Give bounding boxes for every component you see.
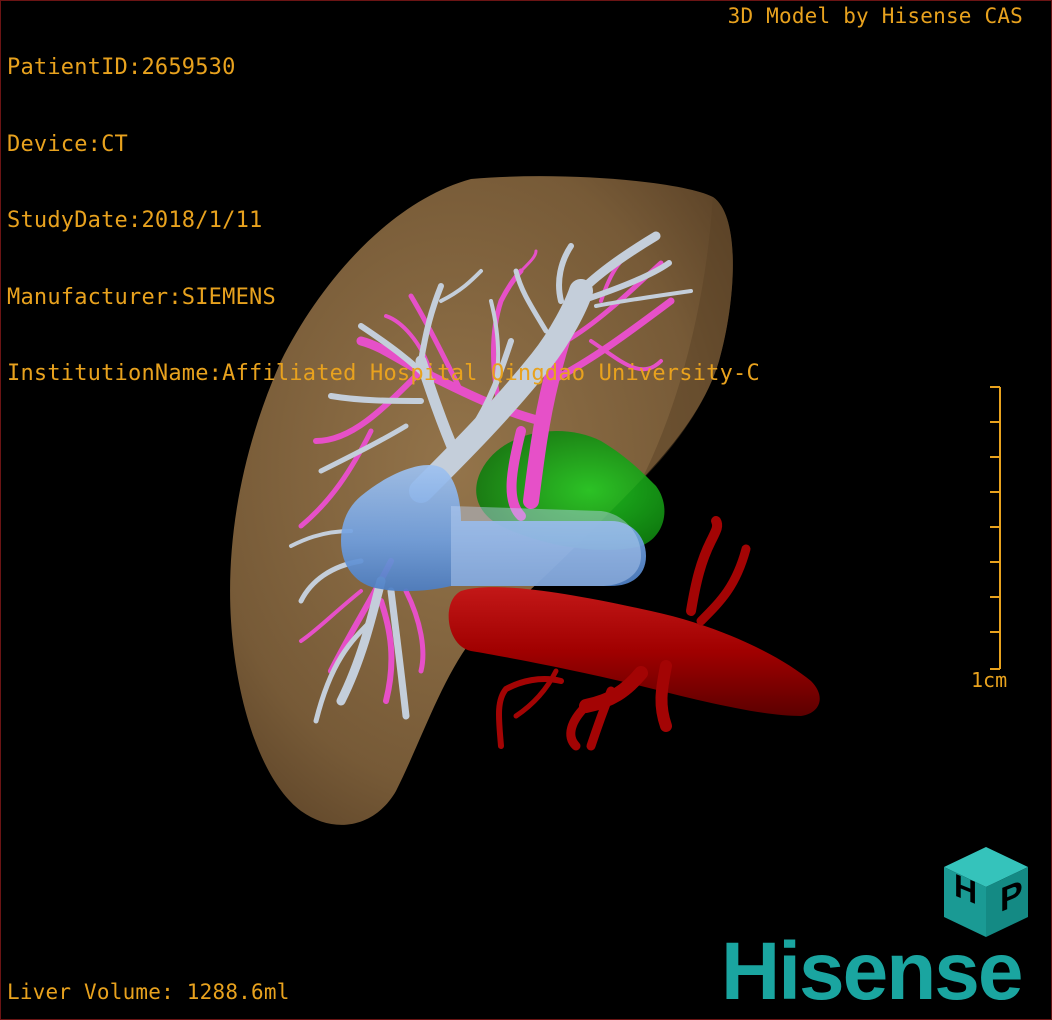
model-credit-text: 3D Model by Hisense CAS: [727, 4, 1023, 28]
hisense-brand-logo: Hisense: [721, 926, 1024, 1017]
study-date-text: StudyDate:2018/1/11: [7, 208, 263, 233]
institution-text: InstitutionName:Affiliated Hospital Qing…: [7, 361, 760, 386]
patient-info-block: PatientID:2659530 Device:CT StudyDate:20…: [7, 4, 760, 438]
device-text: Device:CT: [7, 131, 129, 157]
scale-label: 1cm: [971, 668, 1008, 692]
viewer-frame: PatientID:2659530 Device:CT StudyDate:20…: [0, 0, 1052, 1020]
scale-bar: [990, 386, 1001, 670]
manufacturer-text: Manufacturer:SIEMENS: [7, 284, 276, 310]
patient-id-text: PatientID:2659530: [7, 55, 236, 80]
liver-volume-text: Liver Volume: 1288.6ml: [7, 979, 290, 1004]
